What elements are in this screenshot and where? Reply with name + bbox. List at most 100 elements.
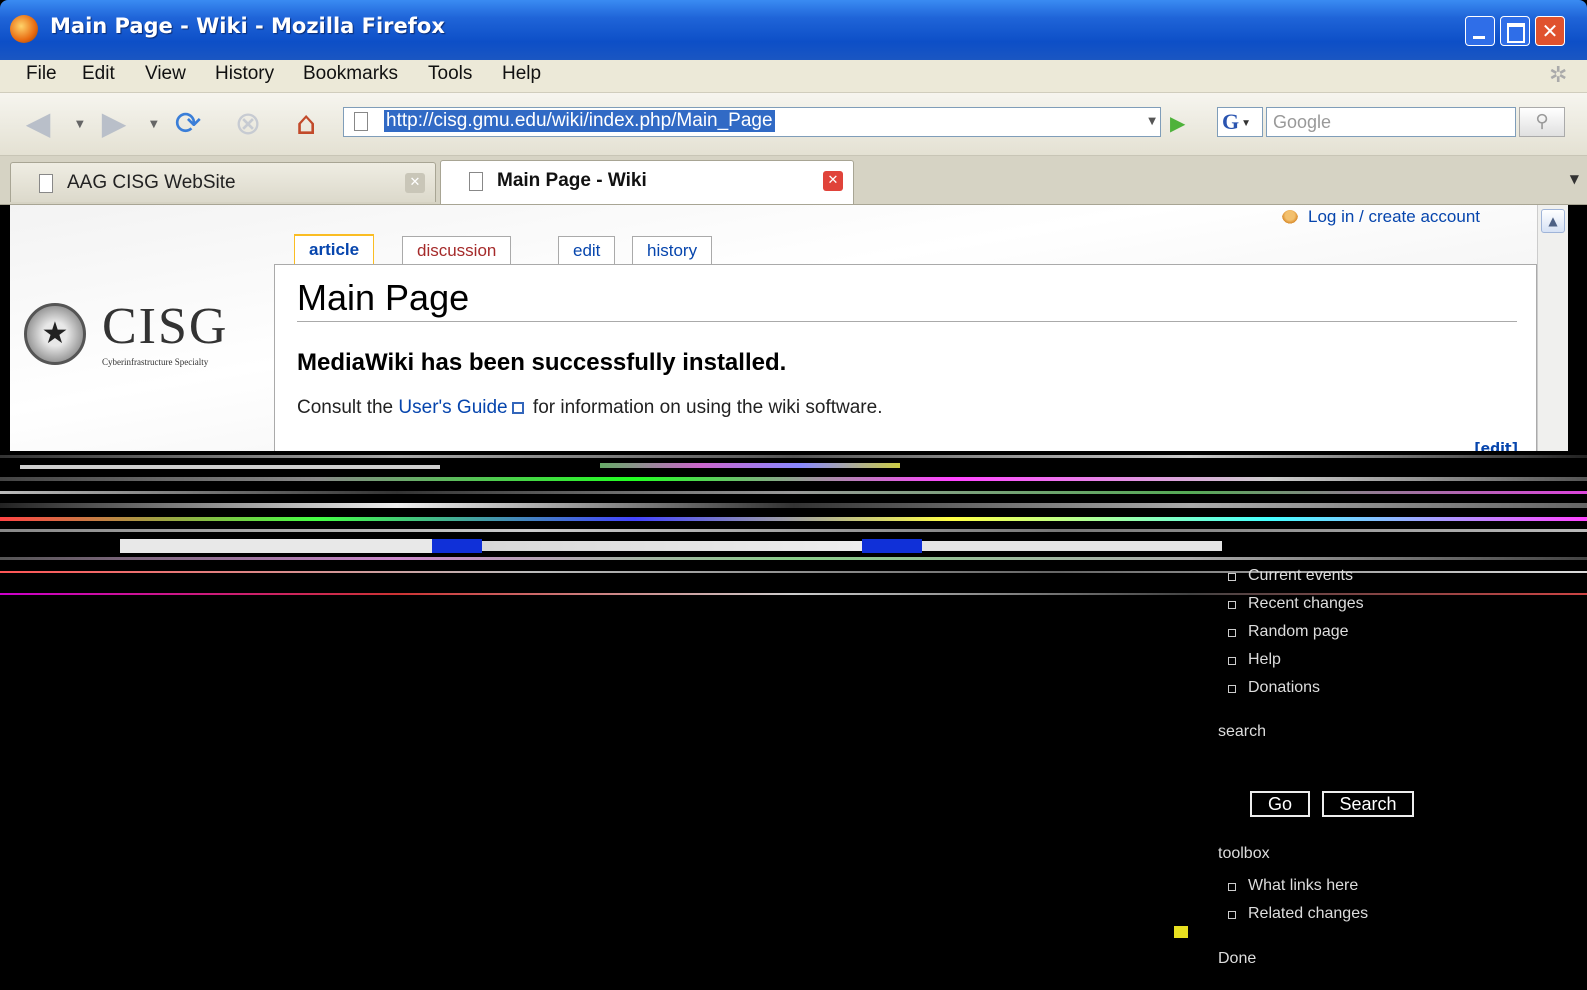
glitch-line — [0, 491, 1587, 494]
minimize-icon — [1466, 17, 1494, 45]
glitch-line — [600, 463, 900, 468]
intro-text-before: Consult the — [297, 397, 399, 418]
close-tab-icon[interactable]: ✕ — [823, 171, 843, 191]
menu-history[interactable]: History — [215, 63, 274, 85]
minimize-button[interactable] — [1465, 16, 1495, 46]
scroll-up-arrow-icon[interactable]: ▲ — [1541, 209, 1565, 233]
url-dropdown-icon[interactable]: ▼ — [1148, 116, 1156, 127]
glitch-line — [0, 477, 1587, 481]
install-heading: MediaWiki has been successfully installe… — [297, 349, 787, 376]
back-arrow-icon[interactable]: ◀ — [20, 105, 56, 141]
tab-edit[interactable]: edit — [558, 236, 616, 266]
bullet-icon — [1228, 573, 1236, 581]
vertical-scrollbar[interactable]: ▲ — [1537, 205, 1568, 451]
tab-bar: AAG CISG WebSite ✕ Main Page - Wiki ✕ ▼ — [0, 156, 1587, 205]
article-body: Main Page MediaWiki has been successfull… — [274, 264, 1537, 451]
sidebar-item-random-page[interactable]: Random page — [1248, 623, 1349, 641]
forward-arrow-icon[interactable]: ▶ — [96, 105, 132, 141]
window-title: Main Page - Wiki - Mozilla Firefox — [50, 14, 445, 38]
seal-icon: ★ — [24, 303, 86, 365]
tab-aag-cisg[interactable]: AAG CISG WebSite ✕ — [10, 162, 436, 202]
user-icon — [1282, 209, 1298, 226]
document-icon — [39, 174, 53, 193]
sidebar-item-recent-changes[interactable]: Recent changes — [1248, 595, 1364, 613]
external-link-icon — [511, 401, 524, 414]
site-logo[interactable]: ★ CISG Cyberinfrastructure Specialty — [24, 297, 264, 377]
browser-window: Main Page - Wiki - Mozilla Firefox ✕ Fil… — [0, 0, 1587, 990]
sidebar-item-donations[interactable]: Donations — [1248, 679, 1320, 697]
tab-label: Main Page - Wiki — [497, 170, 647, 191]
title-bar: Main Page - Wiki - Mozilla Firefox ✕ — [0, 0, 1587, 60]
glitch-line — [862, 539, 922, 553]
bullet-icon — [1228, 685, 1236, 693]
bullet-icon — [1228, 911, 1236, 919]
menu-help[interactable]: Help — [502, 63, 541, 85]
search-engine-selector[interactable]: G ▼ — [1217, 107, 1263, 137]
search-placeholder: Google — [1273, 112, 1332, 132]
toolbox-item-related-changes[interactable]: Related changes — [1248, 905, 1368, 923]
toolbox-portlet-label: toolbox — [1218, 845, 1270, 862]
url-text[interactable]: http://cisg.gmu.edu/wiki/index.php/Main_… — [384, 110, 775, 132]
glitch-line — [922, 541, 1222, 551]
stop-icon[interactable]: ⊗ — [230, 105, 266, 141]
tab-main-page-wiki[interactable]: Main Page - Wiki ✕ — [440, 160, 854, 204]
intro-paragraph: Consult the User's Guide for information… — [297, 397, 882, 419]
glitch-line — [0, 529, 1587, 532]
tab-history[interactable]: history — [632, 236, 713, 266]
users-guide-link[interactable]: User's Guide — [398, 397, 507, 418]
go-arrow-icon[interactable]: ▶ — [1170, 111, 1185, 135]
login-link-text: Log in / create account — [1308, 207, 1481, 226]
sidebar-item-current-events[interactable]: Current events — [1248, 567, 1353, 585]
bullet-icon — [1228, 657, 1236, 665]
sidebar-item-help[interactable]: Help — [1248, 651, 1281, 669]
login-link[interactable]: Log in / create account — [1282, 207, 1480, 227]
back-history-dropdown[interactable]: ▼ — [76, 119, 84, 130]
page-content: Log in / create account ★ CISG Cyberinfr… — [10, 205, 1537, 451]
glitch-line — [432, 539, 482, 553]
menu-view[interactable]: View — [145, 63, 186, 85]
google-g-icon: G — [1222, 109, 1240, 134]
tab-article[interactable]: article — [294, 234, 375, 266]
url-bar[interactable]: http://cisg.gmu.edu/wiki/index.php/Main_… — [343, 107, 1161, 137]
menu-edit[interactable]: Edit — [82, 63, 115, 85]
bullet-icon — [1228, 629, 1236, 637]
render-glitch-band — [0, 451, 1587, 581]
maximize-icon — [1501, 17, 1529, 45]
menu-tools[interactable]: Tools — [428, 63, 472, 85]
search-magnifier-button[interactable]: ⚲ — [1519, 107, 1565, 137]
glitch-line — [20, 465, 440, 469]
tab-list-dropdown-icon[interactable]: ▼ — [1570, 172, 1579, 186]
logo-name: CISG — [102, 298, 229, 355]
glitch-line — [0, 557, 1587, 560]
forward-history-dropdown[interactable]: ▼ — [150, 119, 158, 130]
maximize-button[interactable] — [1500, 16, 1530, 46]
close-tab-icon[interactable]: ✕ — [405, 173, 425, 193]
glitch-line — [0, 517, 1587, 521]
search-engine-dropdown-icon: ▼ — [1241, 117, 1252, 129]
search-engine-input[interactable]: Google — [1266, 107, 1516, 137]
glitch-line — [0, 503, 1587, 508]
throbber-icon: ✲ — [1549, 63, 1568, 88]
search-portlet-label: search — [1218, 723, 1267, 740]
menu-bar: File Edit View History Bookmarks Tools H… — [0, 60, 1587, 93]
status-bar-icon — [1174, 926, 1188, 938]
glitch-line — [120, 539, 440, 553]
logo-tagline: Cyberinfrastructure Specialty — [102, 357, 209, 367]
home-icon[interactable]: ⌂ — [288, 105, 324, 141]
intro-text-after: for information on using the wiki softwa… — [527, 397, 883, 418]
navigation-toolbar: ◀ ▼ ▶ ▼ ⟳ ⊗ ⌂ http://cisg.gmu.edu/wiki/i… — [0, 93, 1587, 156]
firefox-icon — [10, 15, 38, 43]
go-button[interactable]: Go — [1250, 791, 1310, 817]
corrupted-page-area: Current events Recent changes Random pag… — [0, 567, 1587, 990]
document-icon — [469, 172, 483, 191]
page-title: Main Page — [297, 277, 1517, 322]
section-edit-link[interactable]: [edit] — [1474, 441, 1518, 451]
menu-file[interactable]: File — [26, 63, 57, 85]
search-button[interactable]: Search — [1322, 791, 1414, 817]
tab-label: AAG CISG WebSite — [67, 172, 236, 193]
tab-discussion[interactable]: discussion — [402, 236, 512, 266]
menu-bookmarks[interactable]: Bookmarks — [303, 63, 398, 85]
toolbox-item-what-links-here[interactable]: What links here — [1248, 877, 1358, 895]
reload-icon[interactable]: ⟳ — [170, 105, 206, 141]
close-window-button[interactable]: ✕ — [1535, 16, 1565, 46]
